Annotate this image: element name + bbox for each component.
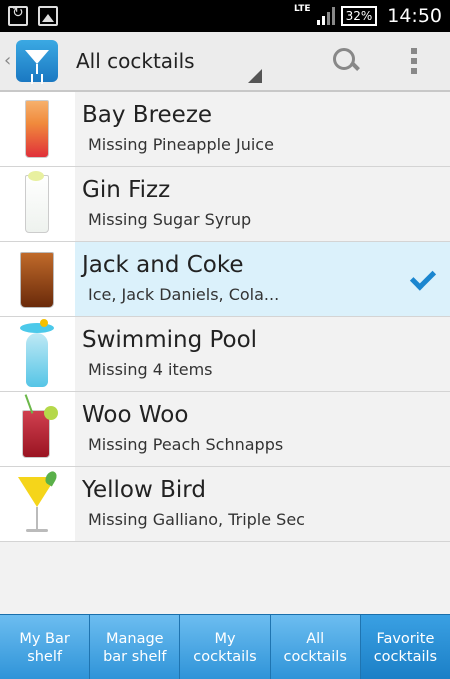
cocktail-image: [0, 167, 75, 241]
tab-manage-bar-shelf[interactable]: Manage bar shelf: [90, 615, 181, 679]
cocktail-image: [0, 317, 75, 391]
cocktail-name: Yellow Bird: [82, 477, 206, 503]
cocktail-image: [0, 467, 75, 541]
cocktail-subtitle: Missing Galliano, Triple Sec: [88, 510, 305, 529]
cocktail-name: Jack and Coke: [82, 252, 244, 278]
list-item-swimming-pool[interactable]: Swimming Pool Missing 4 items: [0, 317, 450, 392]
cocktail-subtitle: Ice, Jack Daniels, Cola...: [88, 285, 280, 304]
list-item-yellow-bird[interactable]: Yellow Bird Missing Galliano, Triple Sec: [0, 467, 450, 542]
checkmark-icon: [408, 266, 436, 294]
tab-favorite-cocktails[interactable]: Favorite cocktails: [360, 615, 450, 679]
sync-icon: [8, 5, 28, 26]
tab-my-bar-shelf[interactable]: My Bar shelf: [0, 615, 91, 679]
action-bar: ‹ All cocktails: [0, 32, 450, 92]
bottom-tab-bar: My Bar shelf Manage bar shelf My cocktai…: [0, 614, 450, 679]
app-screen: LTE 32% 14:50 ‹ All cocktails Bay Bree: [0, 0, 450, 679]
cocktail-subtitle: Missing Pineapple Juice: [88, 135, 274, 154]
list-filter-spinner[interactable]: All cocktails: [76, 49, 195, 73]
cocktail-name: Swimming Pool: [82, 327, 258, 353]
network-type: LTE: [294, 4, 311, 14]
battery-icon: 32%: [340, 6, 378, 26]
cocktail-image: [0, 92, 75, 166]
cocktail-name: Bay Breeze: [82, 102, 213, 128]
cocktail-image: [0, 242, 75, 316]
list-item-woo-woo[interactable]: Woo Woo Missing Peach Schnapps: [0, 392, 450, 467]
clock: 14:50: [387, 5, 442, 27]
list-item-gin-fizz[interactable]: Gin Fizz Missing Sugar Syrup: [0, 167, 450, 242]
overflow-menu-icon[interactable]: [408, 48, 420, 76]
list-item-bay-breeze[interactable]: Bay Breeze Missing Pineapple Juice: [0, 92, 450, 167]
cocktail-subtitle: Missing Sugar Syrup: [88, 210, 252, 229]
signal-icon: [316, 7, 335, 25]
back-arrow-icon[interactable]: ‹: [4, 50, 11, 71]
tab-my-cocktails[interactable]: My cocktails: [180, 615, 271, 679]
cocktail-image: [0, 392, 75, 466]
cocktail-name: Woo Woo: [82, 402, 189, 428]
search-icon[interactable]: [330, 46, 360, 76]
cocktail-subtitle: Missing Peach Schnapps: [88, 435, 284, 454]
status-bar: LTE 32% 14:50: [0, 0, 450, 32]
cocktail-list: Bay Breeze Missing Pineapple Juice Gin F…: [0, 92, 450, 542]
dropdown-arrow-icon[interactable]: [248, 69, 262, 83]
cocktail-subtitle: Missing 4 items: [88, 360, 213, 379]
app-logo-icon[interactable]: [16, 40, 58, 82]
image-icon: [38, 6, 58, 26]
tab-all-cocktails[interactable]: All cocktails: [270, 615, 361, 679]
list-item-jack-and-coke[interactable]: Jack and Coke Ice, Jack Daniels, Cola...: [0, 242, 450, 317]
cocktail-name: Gin Fizz: [82, 177, 171, 203]
